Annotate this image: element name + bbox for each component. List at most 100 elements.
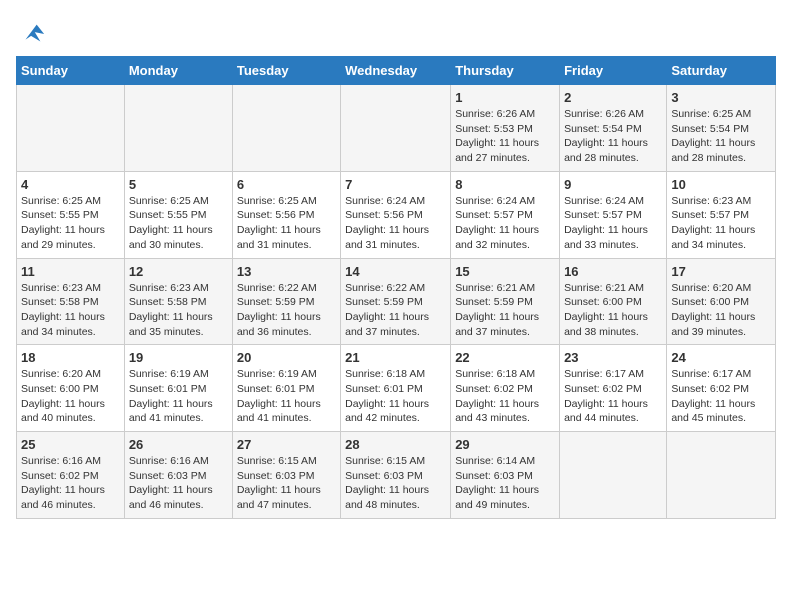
day-info: Sunrise: 6:16 AM Sunset: 6:03 PM Dayligh… <box>129 454 228 513</box>
day-info: Sunrise: 6:17 AM Sunset: 6:02 PM Dayligh… <box>671 367 771 426</box>
day-info: Sunrise: 6:16 AM Sunset: 6:02 PM Dayligh… <box>21 454 120 513</box>
day-info: Sunrise: 6:25 AM Sunset: 5:55 PM Dayligh… <box>21 194 120 253</box>
day-number: 13 <box>237 264 336 279</box>
day-info: Sunrise: 6:15 AM Sunset: 6:03 PM Dayligh… <box>237 454 336 513</box>
calendar-week-row: 11 Sunrise: 6:23 AM Sunset: 5:58 PM Dayli… <box>17 258 776 345</box>
day-info: Sunrise: 6:22 AM Sunset: 5:59 PM Dayligh… <box>237 281 336 340</box>
calendar-cell <box>17 85 125 172</box>
day-info: Sunrise: 6:19 AM Sunset: 6:01 PM Dayligh… <box>237 367 336 426</box>
calendar-cell: 14 Sunrise: 6:22 AM Sunset: 5:59 PM Dayli… <box>341 258 451 345</box>
day-info: Sunrise: 6:17 AM Sunset: 6:02 PM Dayligh… <box>564 367 662 426</box>
day-number: 7 <box>345 177 446 192</box>
calendar-cell: 15 Sunrise: 6:21 AM Sunset: 5:59 PM Dayli… <box>451 258 560 345</box>
day-number: 8 <box>455 177 555 192</box>
day-number: 3 <box>671 90 771 105</box>
calendar-cell: 16 Sunrise: 6:21 AM Sunset: 6:00 PM Dayli… <box>560 258 667 345</box>
calendar-header-row: SundayMondayTuesdayWednesdayThursdayFrid… <box>17 57 776 85</box>
day-info: Sunrise: 6:15 AM Sunset: 6:03 PM Dayligh… <box>345 454 446 513</box>
day-info: Sunrise: 6:21 AM Sunset: 5:59 PM Dayligh… <box>455 281 555 340</box>
day-info: Sunrise: 6:25 AM Sunset: 5:54 PM Dayligh… <box>671 107 771 166</box>
calendar-cell: 11 Sunrise: 6:23 AM Sunset: 5:58 PM Dayli… <box>17 258 125 345</box>
calendar-cell <box>124 85 232 172</box>
calendar-cell: 12 Sunrise: 6:23 AM Sunset: 5:58 PM Dayli… <box>124 258 232 345</box>
calendar-cell <box>341 85 451 172</box>
calendar-cell: 13 Sunrise: 6:22 AM Sunset: 5:59 PM Dayli… <box>232 258 340 345</box>
calendar-cell: 10 Sunrise: 6:23 AM Sunset: 5:57 PM Dayli… <box>667 171 776 258</box>
calendar-cell: 22 Sunrise: 6:18 AM Sunset: 6:02 PM Dayli… <box>451 345 560 432</box>
calendar-table: SundayMondayTuesdayWednesdayThursdayFrid… <box>16 56 776 519</box>
day-number: 9 <box>564 177 662 192</box>
day-number: 26 <box>129 437 228 452</box>
calendar-cell <box>232 85 340 172</box>
day-number: 12 <box>129 264 228 279</box>
calendar-cell: 24 Sunrise: 6:17 AM Sunset: 6:02 PM Dayli… <box>667 345 776 432</box>
calendar-cell: 9 Sunrise: 6:24 AM Sunset: 5:57 PM Daylig… <box>560 171 667 258</box>
header-wednesday: Wednesday <box>341 57 451 85</box>
header-saturday: Saturday <box>667 57 776 85</box>
calendar-cell: 19 Sunrise: 6:19 AM Sunset: 6:01 PM Dayli… <box>124 345 232 432</box>
calendar-cell: 21Sunrise: 6:18 AM Sunset: 6:01 PM Dayli… <box>341 345 451 432</box>
calendar-week-row: 18Sunrise: 6:20 AM Sunset: 6:00 PM Dayli… <box>17 345 776 432</box>
calendar-week-row: 4 Sunrise: 6:25 AM Sunset: 5:55 PM Daylig… <box>17 171 776 258</box>
day-info: Sunrise: 6:23 AM Sunset: 5:58 PM Dayligh… <box>129 281 228 340</box>
day-number: 19 <box>129 350 228 365</box>
day-number: 27 <box>237 437 336 452</box>
header-sunday: Sunday <box>17 57 125 85</box>
calendar-cell: 2 Sunrise: 6:26 AM Sunset: 5:54 PM Daylig… <box>560 85 667 172</box>
day-number: 25 <box>21 437 120 452</box>
day-info: Sunrise: 6:24 AM Sunset: 5:56 PM Dayligh… <box>345 194 446 253</box>
day-info: Sunrise: 6:26 AM Sunset: 5:53 PM Dayligh… <box>455 107 555 166</box>
day-number: 23 <box>564 350 662 365</box>
calendar-week-row: 25 Sunrise: 6:16 AM Sunset: 6:02 PM Dayli… <box>17 432 776 519</box>
calendar-cell: 26 Sunrise: 6:16 AM Sunset: 6:03 PM Dayli… <box>124 432 232 519</box>
calendar-cell: 20 Sunrise: 6:19 AM Sunset: 6:01 PM Dayli… <box>232 345 340 432</box>
day-number: 20 <box>237 350 336 365</box>
calendar-week-row: 1 Sunrise: 6:26 AM Sunset: 5:53 PM Daylig… <box>17 85 776 172</box>
header-thursday: Thursday <box>451 57 560 85</box>
day-info: Sunrise: 6:23 AM Sunset: 5:57 PM Dayligh… <box>671 194 771 253</box>
calendar-cell: 1 Sunrise: 6:26 AM Sunset: 5:53 PM Daylig… <box>451 85 560 172</box>
day-info: Sunrise: 6:22 AM Sunset: 5:59 PM Dayligh… <box>345 281 446 340</box>
calendar-cell: 29Sunrise: 6:14 AM Sunset: 6:03 PM Dayli… <box>451 432 560 519</box>
day-number: 2 <box>564 90 662 105</box>
calendar-cell <box>560 432 667 519</box>
logo <box>16 20 46 48</box>
calendar-cell: 4 Sunrise: 6:25 AM Sunset: 5:55 PM Daylig… <box>17 171 125 258</box>
day-number: 6 <box>237 177 336 192</box>
day-info: Sunrise: 6:23 AM Sunset: 5:58 PM Dayligh… <box>21 281 120 340</box>
day-number: 5 <box>129 177 228 192</box>
day-number: 1 <box>455 90 555 105</box>
day-number: 15 <box>455 264 555 279</box>
day-info: Sunrise: 6:26 AM Sunset: 5:54 PM Dayligh… <box>564 107 662 166</box>
day-number: 11 <box>21 264 120 279</box>
calendar-cell: 18Sunrise: 6:20 AM Sunset: 6:00 PM Dayli… <box>17 345 125 432</box>
day-number: 14 <box>345 264 446 279</box>
calendar-cell: 25 Sunrise: 6:16 AM Sunset: 6:02 PM Dayli… <box>17 432 125 519</box>
day-number: 29 <box>455 437 555 452</box>
day-info: Sunrise: 6:19 AM Sunset: 6:01 PM Dayligh… <box>129 367 228 426</box>
day-number: 4 <box>21 177 120 192</box>
calendar-cell <box>667 432 776 519</box>
day-info: Sunrise: 6:24 AM Sunset: 5:57 PM Dayligh… <box>455 194 555 253</box>
calendar-cell: 6Sunrise: 6:25 AM Sunset: 5:56 PM Daylig… <box>232 171 340 258</box>
day-number: 28 <box>345 437 446 452</box>
calendar-cell: 3 Sunrise: 6:25 AM Sunset: 5:54 PM Daylig… <box>667 85 776 172</box>
day-number: 22 <box>455 350 555 365</box>
day-number: 24 <box>671 350 771 365</box>
day-number: 21 <box>345 350 446 365</box>
day-info: Sunrise: 6:21 AM Sunset: 6:00 PM Dayligh… <box>564 281 662 340</box>
day-info: Sunrise: 6:24 AM Sunset: 5:57 PM Dayligh… <box>564 194 662 253</box>
calendar-cell: 28 Sunrise: 6:15 AM Sunset: 6:03 PM Dayli… <box>341 432 451 519</box>
day-number: 18 <box>21 350 120 365</box>
day-number: 16 <box>564 264 662 279</box>
header-tuesday: Tuesday <box>232 57 340 85</box>
header-monday: Monday <box>124 57 232 85</box>
day-info: Sunrise: 6:20 AM Sunset: 6:00 PM Dayligh… <box>671 281 771 340</box>
calendar-cell: 23 Sunrise: 6:17 AM Sunset: 6:02 PM Dayli… <box>560 345 667 432</box>
day-info: Sunrise: 6:25 AM Sunset: 5:55 PM Dayligh… <box>129 194 228 253</box>
day-number: 10 <box>671 177 771 192</box>
page-header <box>16 16 776 48</box>
day-info: Sunrise: 6:18 AM Sunset: 6:02 PM Dayligh… <box>455 367 555 426</box>
calendar-cell: 17Sunrise: 6:20 AM Sunset: 6:00 PM Dayli… <box>667 258 776 345</box>
calendar-cell: 27 Sunrise: 6:15 AM Sunset: 6:03 PM Dayli… <box>232 432 340 519</box>
